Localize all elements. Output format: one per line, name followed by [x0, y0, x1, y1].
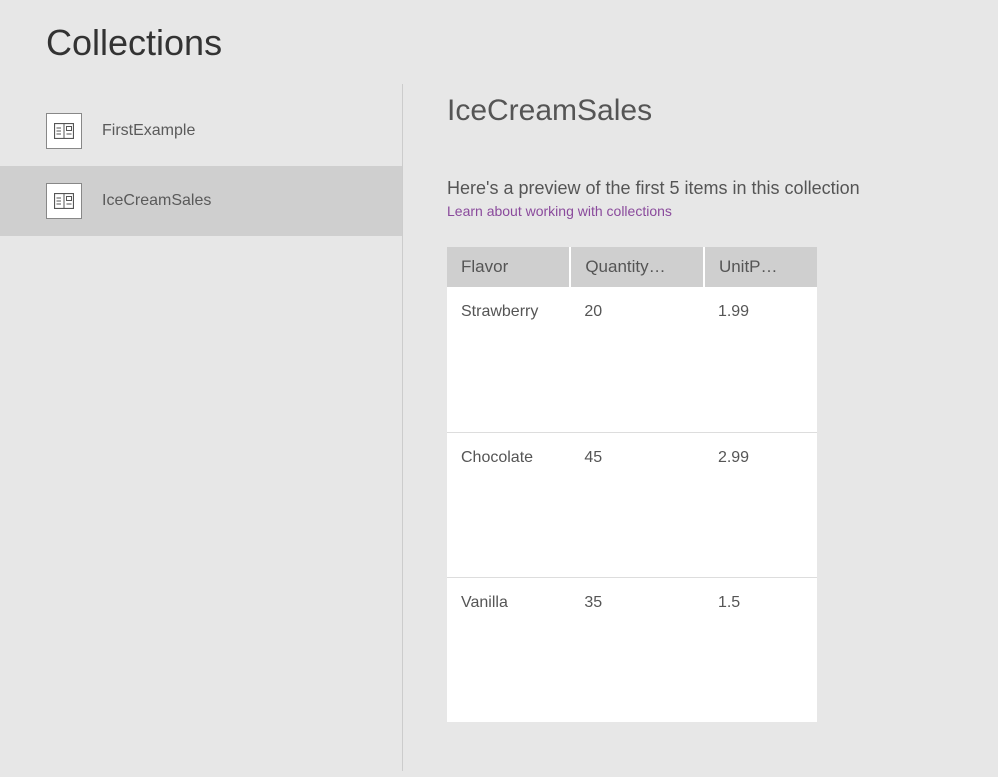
learn-link[interactable]: Learn about working with collections [447, 203, 672, 219]
cell-flavor: Strawberry [447, 287, 570, 432]
sidebar-item-label: FirstExample [102, 122, 195, 140]
data-table: Flavor Quantity… UnitP… Strawberry 20 1.… [447, 247, 817, 722]
collection-icon [46, 113, 82, 149]
preview-description: Here's a preview of the first 5 items in… [447, 178, 958, 199]
sidebar-item-icecreamsales[interactable]: IceCreamSales [0, 166, 402, 236]
data-table-wrap: Flavor Quantity… UnitP… Strawberry 20 1.… [447, 247, 817, 722]
sidebar-item-firstexample[interactable]: FirstExample [0, 96, 402, 166]
detail-title: IceCreamSales [447, 94, 958, 128]
collections-sidebar: FirstExample IceCreamSales [0, 84, 403, 771]
cell-quantity: 35 [570, 577, 704, 722]
cell-flavor: Vanilla [447, 577, 570, 722]
column-header-quantity[interactable]: Quantity… [570, 247, 704, 287]
cell-unitprice: 2.99 [704, 432, 817, 577]
cell-unitprice: 1.99 [704, 287, 817, 432]
cell-quantity: 45 [570, 432, 704, 577]
sidebar-item-label: IceCreamSales [102, 192, 211, 210]
table-row[interactable]: Strawberry 20 1.99 [447, 287, 817, 432]
collection-icon [46, 183, 82, 219]
content-area: FirstExample IceCreamSales IceCreamSales… [0, 84, 998, 771]
column-header-flavor[interactable]: Flavor [447, 247, 570, 287]
table-row[interactable]: Vanilla 35 1.5 [447, 577, 817, 722]
cell-unitprice: 1.5 [704, 577, 817, 722]
table-row[interactable]: Chocolate 45 2.99 [447, 432, 817, 577]
cell-quantity: 20 [570, 287, 704, 432]
column-header-unitprice[interactable]: UnitP… [704, 247, 817, 287]
cell-flavor: Chocolate [447, 432, 570, 577]
page-title: Collections [0, 0, 998, 84]
collection-detail: IceCreamSales Here's a preview of the fi… [403, 84, 998, 771]
